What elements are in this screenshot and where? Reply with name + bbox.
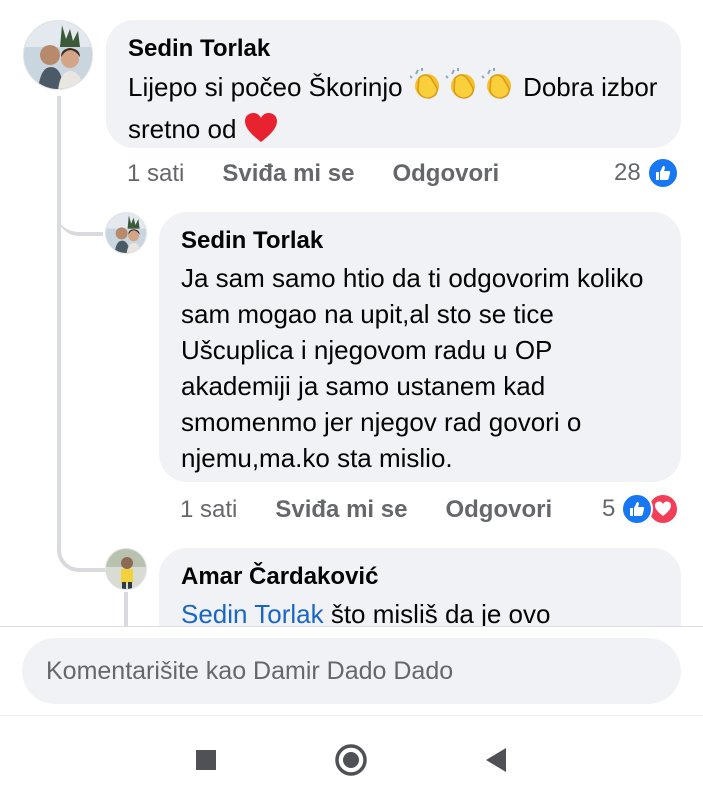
comment-author[interactable]: Amar Čardaković xyxy=(181,562,659,592)
reaction-summary[interactable]: 5 xyxy=(602,493,680,525)
comment-text-part: Lijepo si počeo Škorinjo xyxy=(128,72,410,102)
comment-actions: 1 sati Sviđa mi se Odgovori xyxy=(127,160,537,188)
like-button[interactable]: Sviđa mi se xyxy=(275,496,407,524)
composer-divider xyxy=(0,626,703,627)
reaction-summary[interactable]: 28 xyxy=(614,157,679,189)
reply-button[interactable]: Odgovori xyxy=(392,160,499,188)
comment-actions: 1 sati Sviđa mi se Odgovori xyxy=(180,496,590,524)
home-circle-icon[interactable] xyxy=(333,742,369,778)
comment-bubble: Amar Čardaković Sedin Torlak što misliš … xyxy=(159,548,681,627)
avatar-photo xyxy=(106,213,146,253)
thread-connector xyxy=(57,200,103,236)
avatar[interactable] xyxy=(105,548,147,590)
avatar-photo xyxy=(24,21,92,89)
comment-bubble: Sedin Torlak Lijepo si počeo Škorinjo Do… xyxy=(106,20,681,148)
android-nav-bar xyxy=(0,715,703,801)
comment-time: 1 sati xyxy=(180,496,238,523)
comment-time: 1 sati xyxy=(127,160,185,187)
avatar[interactable] xyxy=(23,20,93,90)
comment-text-part: što misliš da je ovo xyxy=(323,599,551,627)
like-button[interactable]: Sviđa mi se xyxy=(222,160,354,188)
like-reaction-icon xyxy=(646,157,679,189)
comment-thread: Sedin Torlak Lijepo si počeo Škorinjo Do… xyxy=(0,0,703,627)
reply-button[interactable]: Odgovori xyxy=(445,496,552,524)
back-triangle-icon[interactable] xyxy=(478,742,514,778)
thread-line xyxy=(57,230,61,540)
avatar[interactable] xyxy=(105,212,147,254)
comment-text: Sedin Torlak što misliš da je ovo xyxy=(181,596,659,627)
comment-text: Ja sam samo htio da ti odgovorim koliko … xyxy=(181,263,644,473)
reaction-count: 5 xyxy=(602,495,616,522)
comment-author[interactable]: Sedin Torlak xyxy=(128,34,659,64)
thread-connector xyxy=(57,520,107,572)
heart-emoji xyxy=(244,112,278,153)
comment-input[interactable] xyxy=(44,655,659,687)
clap-emoji xyxy=(409,68,516,111)
comment-bubble: Sedin Torlak Ja sam samo htio da ti odgo… xyxy=(159,212,681,482)
comment-composer[interactable] xyxy=(22,638,681,704)
like-reaction-icon xyxy=(621,493,654,525)
recents-square-icon[interactable] xyxy=(188,742,224,778)
reaction-count: 28 xyxy=(614,159,641,186)
thread-line-reply xyxy=(124,592,128,627)
comment-author[interactable]: Sedin Torlak xyxy=(181,226,659,256)
comment-text: Lijepo si počeo Škorinjo Dobra izbor sre… xyxy=(128,68,659,153)
mention-link[interactable]: Sedin Torlak xyxy=(181,599,324,627)
avatar-photo xyxy=(106,549,146,589)
